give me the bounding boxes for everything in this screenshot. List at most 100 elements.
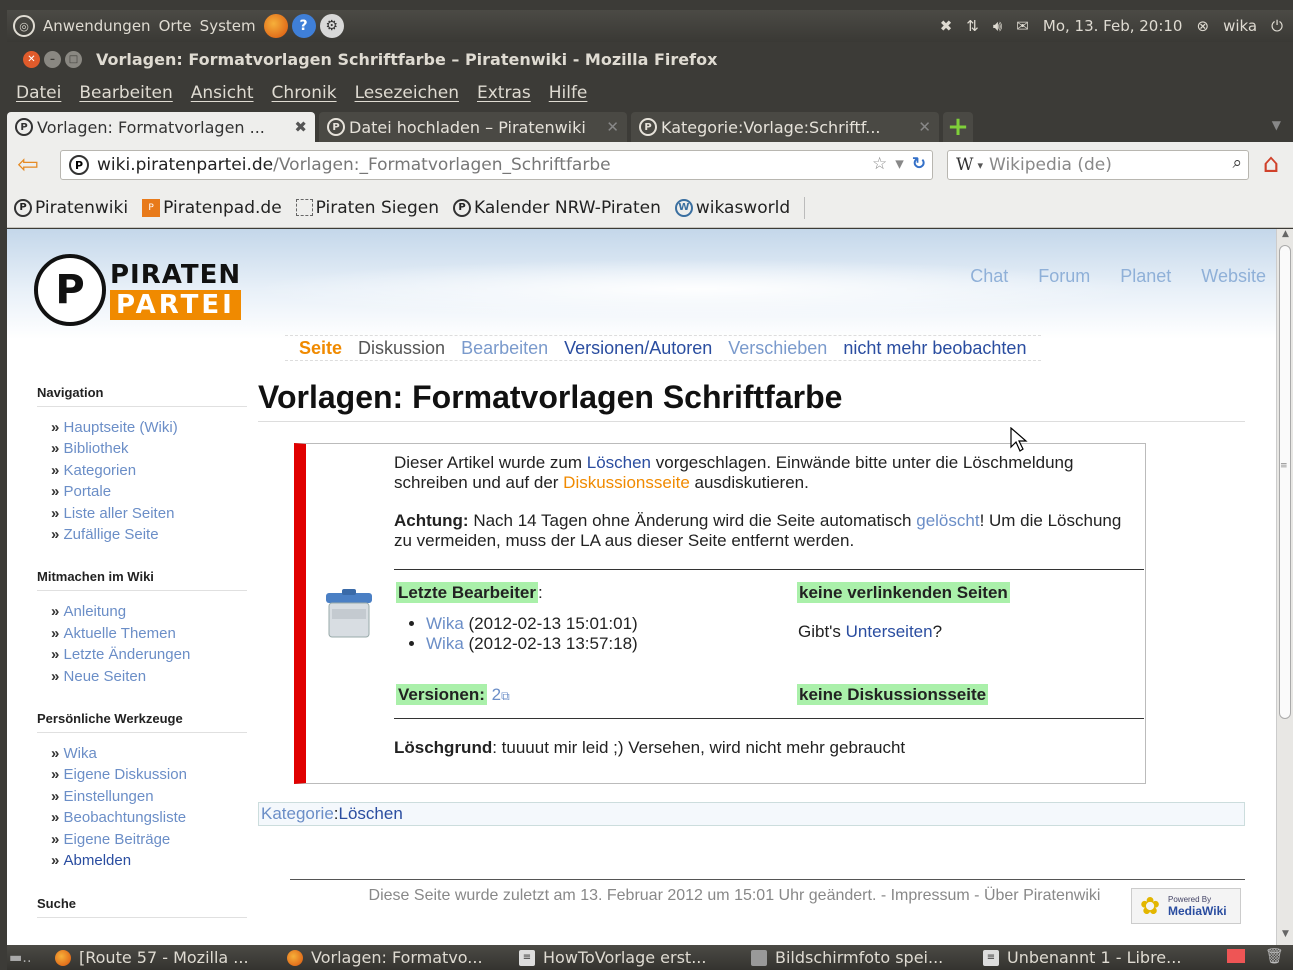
scroll-thumb[interactable] — [1279, 245, 1291, 719]
mail-icon[interactable]: ✉ — [1016, 17, 1029, 35]
sidebar-item-eigene-beitraege[interactable]: Eigene Beiträge — [51, 829, 247, 850]
sidebar-item-kategorien[interactable]: Kategorien — [51, 460, 247, 481]
back-button[interactable]: ⇦ — [13, 150, 43, 180]
tab-kategorie[interactable]: P Kategorie:Vorlage:Schriftf... ✕ — [631, 112, 939, 142]
tab-seite[interactable]: Seite — [299, 338, 342, 359]
tab-bearbeiten[interactable]: Bearbeiten — [461, 338, 548, 359]
menu-chronik[interactable]: Chronik — [272, 83, 337, 103]
piratenwiki-favicon-icon: P — [327, 118, 345, 136]
window-minimize-button[interactable]: – — [44, 50, 61, 68]
sidebar-item-portale[interactable]: Portale — [51, 481, 247, 502]
tab-datei-hochladen[interactable]: P Datei hochladen – Piratenwiki ✕ — [319, 112, 627, 142]
link-loeschen[interactable]: Löschen — [587, 453, 651, 472]
history-dropdown-icon[interactable]: ▾ — [895, 154, 904, 174]
sidebar-item-aktuelle-themen[interactable]: Aktuelle Themen — [51, 623, 247, 644]
menu-hilfe[interactable]: Hilfe — [549, 83, 588, 103]
app-launcher-icon[interactable]: ⚙ — [319, 14, 344, 38]
page-scrollbar[interactable]: ▲ ≡ ▼ — [1276, 229, 1293, 945]
window-close-button[interactable]: ✕ — [23, 50, 40, 68]
show-desktop-icon[interactable]: ▬‥ — [9, 950, 49, 966]
link-unterseiten[interactable]: Unterseiten — [846, 622, 933, 641]
trash-tray-icon[interactable]: 🗑︎ — [1265, 947, 1285, 967]
bookmark-piratenwiki[interactable]: P Piratenwiki — [14, 198, 128, 218]
window-maximize-button[interactable]: □ — [65, 50, 82, 68]
sidebar-item-eigene-diskussion[interactable]: Eigene Diskussion — [51, 764, 247, 785]
sidebar-item-neue-seiten[interactable]: Neue Seiten — [51, 666, 247, 687]
ubuntu-logo-icon[interactable]: ◎ — [13, 15, 35, 37]
sidebar-item-einstellungen[interactable]: Einstellungen — [51, 786, 247, 807]
bookmark-kalender[interactable]: P Kalender NRW-Piraten — [452, 198, 661, 218]
sidebar-item-zufaellige-seite[interactable]: Zufällige Seite — [51, 524, 247, 545]
reload-icon[interactable]: ↻ — [912, 154, 926, 174]
site-identity-icon[interactable]: P — [69, 155, 89, 175]
menu-system[interactable]: System — [200, 17, 256, 35]
letzte-bearbeiter-heading: Letzte Bearbeiter: — [396, 582, 543, 603]
scroll-down-icon[interactable]: ▼ — [1277, 929, 1293, 945]
task-unbenannt[interactable]: ≡ Unbenannt 1 - Libre... — [977, 948, 1209, 967]
bookmark-star-icon[interactable]: ☆ — [872, 154, 887, 174]
search-engine-dropdown-icon[interactable]: ▾ — [977, 159, 983, 172]
menu-datei[interactable]: Datei — [16, 83, 61, 103]
link-website[interactable]: Website — [1201, 266, 1266, 287]
user-name[interactable]: wika — [1223, 17, 1257, 35]
sidebar-item-letzte-aenderungen[interactable]: Letzte Änderungen — [51, 644, 247, 665]
task-vorlagen[interactable]: Vorlagen: Formatvo... — [281, 948, 513, 967]
search-icon[interactable]: ⌕ — [1232, 153, 1242, 173]
tab-versionen[interactable]: Versionen/Autoren — [564, 338, 712, 359]
tab-close-icon[interactable]: ✖ — [294, 118, 307, 136]
clock[interactable]: Mo, 13. Feb, 20:10 — [1043, 17, 1183, 35]
editor-link[interactable]: Wika — [426, 634, 464, 653]
menu-anwendungen[interactable]: Anwendungen — [43, 17, 151, 35]
home-icon[interactable]: ⌂ — [1255, 148, 1287, 180]
link-planet[interactable]: Planet — [1120, 266, 1171, 287]
url-bar[interactable]: P wiki.piratenpartei.de/Vorlagen:_Format… — [60, 150, 933, 180]
menu-lesezeichen[interactable]: Lesezeichen — [355, 83, 459, 103]
firefox-icon — [287, 949, 303, 966]
tab-verschieben[interactable]: Verschieben — [728, 338, 827, 359]
kategorie-loeschen-link[interactable]: Löschen — [339, 804, 403, 824]
task-route57[interactable]: [Route 57 - Mozilla ... — [49, 948, 281, 967]
sidebar-item-wika[interactable]: Wika — [51, 743, 247, 764]
sidebar-item-hauptseite[interactable]: Hauptseite (Wiki) — [51, 417, 247, 438]
search-bar[interactable]: W ▾ Wikipedia (de) ⌕ — [947, 150, 1249, 180]
link-chat[interactable]: Chat — [970, 266, 1008, 287]
versionen-count-link[interactable]: 2 — [492, 685, 501, 704]
bookmark-piraten-siegen[interactable]: Piraten Siegen — [295, 198, 439, 218]
search-engine-icon[interactable]: W — [956, 155, 973, 175]
help-launcher-icon[interactable]: ? — [291, 14, 316, 38]
piratenpartei-logo[interactable]: P PIRATEN PARTEI — [34, 249, 256, 331]
menu-orte[interactable]: Orte — [159, 17, 192, 35]
tray-indicator-icon[interactable] — [1227, 949, 1245, 963]
tab-vorlagen[interactable]: P Vorlagen: Formatvorlagen ... ✖ — [7, 112, 315, 142]
task-howtovorlage[interactable]: ≡ HowToVorlage erst... — [513, 948, 745, 967]
firefox-launcher-icon[interactable] — [263, 14, 288, 38]
new-tab-button[interactable]: + — [943, 112, 973, 142]
bookmark-piratenpad[interactable]: P Piratenpad.de — [142, 198, 282, 218]
menu-extras[interactable]: Extras — [477, 83, 531, 103]
link-diskussionsseite[interactable]: Diskussionsseite — [563, 473, 690, 492]
network-icon[interactable]: ✖ — [940, 17, 953, 35]
tab-close-icon[interactable]: ✕ — [606, 118, 619, 136]
tab-nicht-mehr-beobachten[interactable]: nicht mehr beobachten — [843, 338, 1026, 359]
sidebar-item-bibliothek[interactable]: Bibliothek — [51, 438, 247, 459]
link-geloescht[interactable]: gelöscht — [916, 511, 979, 530]
task-bildschirmfoto[interactable]: Bildschirmfoto spei... — [745, 948, 977, 967]
transfer-icon[interactable]: ⇅ — [966, 17, 979, 35]
menu-ansicht[interactable]: Ansicht — [191, 83, 254, 103]
sidebar-item-beobachtungsliste[interactable]: Beobachtungsliste — [51, 807, 247, 828]
mediawiki-badge[interactable]: ✿ Powered By MediaWiki — [1131, 888, 1241, 924]
scroll-up-icon[interactable]: ▲ — [1277, 229, 1293, 245]
bookmark-wikasworld[interactable]: Wwikasworld — [674, 198, 790, 218]
tab-close-icon[interactable]: ✕ — [918, 118, 931, 136]
sidebar-item-liste-aller-seiten[interactable]: Liste aller Seiten — [51, 503, 247, 524]
volume-icon[interactable]: 🔊︎ — [993, 17, 1002, 35]
tab-diskussion[interactable]: Diskussion — [358, 338, 445, 359]
menu-bearbeiten[interactable]: Bearbeiten — [79, 83, 172, 103]
sidebar-item-abmelden[interactable]: Abmelden — [51, 850, 247, 871]
sidebar-item-anleitung[interactable]: Anleitung — [51, 601, 247, 622]
link-forum[interactable]: Forum — [1038, 266, 1090, 287]
editor-link[interactable]: Wika — [426, 614, 464, 633]
kategorie-link[interactable]: Kategorie — [261, 804, 334, 824]
power-icon[interactable]: ⏻ — [1271, 17, 1283, 35]
tab-list-icon[interactable]: ▼ — [1272, 118, 1281, 132]
